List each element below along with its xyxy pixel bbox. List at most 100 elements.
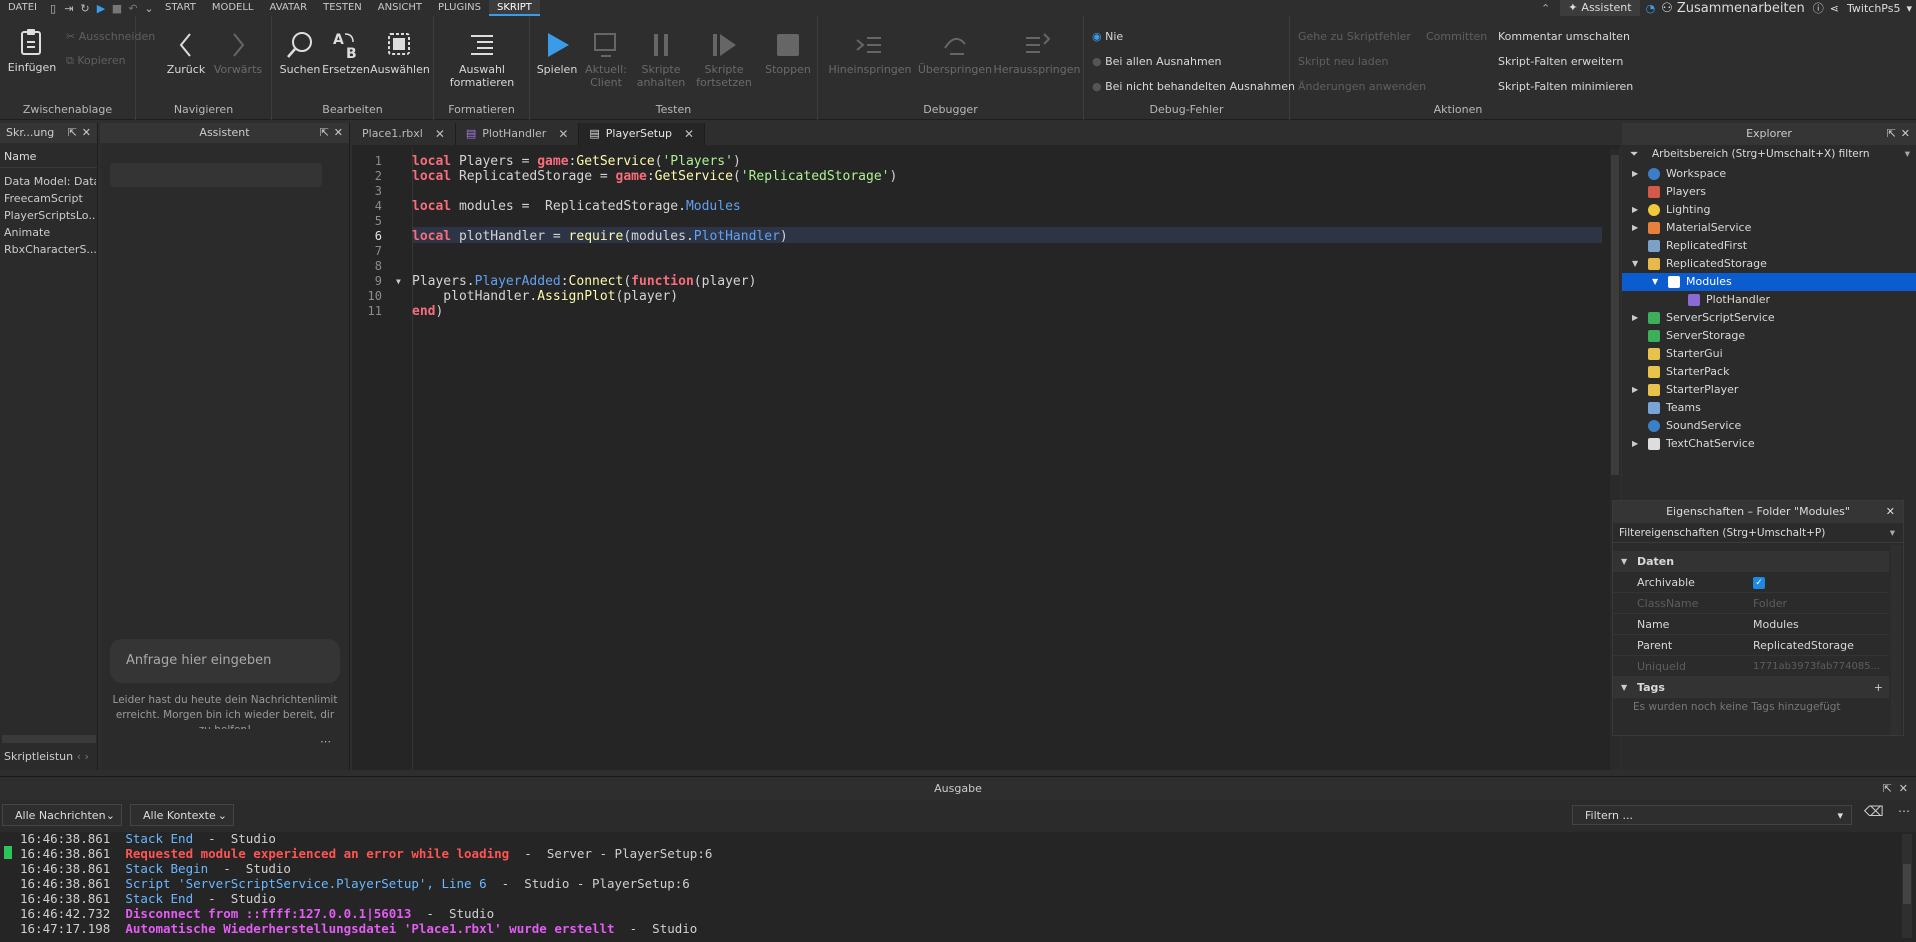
explorer-filter[interactable]: ⏷ Arbeitsbereich (Strg+Umschalt+X) filte…	[1622, 145, 1916, 163]
play-button[interactable]: Spielen	[534, 30, 580, 76]
undock-icon[interactable]: ⇱	[1883, 777, 1892, 801]
close-icon[interactable]: ✕	[684, 123, 694, 145]
undock-icon[interactable]: ⇱	[1887, 123, 1896, 145]
section-data[interactable]: ▼ Daten	[1613, 551, 1889, 572]
tree-item-teams[interactable]: Teams	[1622, 399, 1916, 417]
close-icon[interactable]: ✕	[1899, 777, 1908, 801]
undock-icon[interactable]: ⇱	[320, 123, 329, 143]
notification-icon[interactable]: ◔	[1646, 2, 1656, 15]
paste-button[interactable]: Einfügen	[8, 28, 56, 74]
output-filter-input[interactable]: Filtern ... ▾	[1572, 805, 1852, 825]
list-item[interactable]: Data Model: Data M	[4, 173, 96, 190]
tab-script[interactable]: SKRIPT	[488, 0, 540, 16]
tree-item-workspace[interactable]: ▶ Workspace	[1622, 165, 1916, 183]
tree-item-textchatservice[interactable]: ▶ TextChatService	[1622, 435, 1916, 453]
client-button[interactable]: Aktuell: Client	[584, 30, 628, 89]
tree-item-replicatedfirst[interactable]: ReplicatedFirst	[1622, 237, 1916, 255]
prop-row[interactable]: Archivable ✓	[1613, 572, 1889, 593]
help-icon[interactable]: ⓘ	[1813, 0, 1824, 16]
expand-folds-button[interactable]: Skript-Falten erweitern	[1498, 55, 1623, 68]
messages-filter-dropdown[interactable]: Alle Nachrichten ⌄	[2, 804, 122, 826]
close-icon[interactable]: ✕	[334, 123, 343, 143]
close-icon[interactable]: ✕	[1901, 123, 1910, 145]
stop-button[interactable]: Stoppen	[762, 30, 814, 76]
vertical-scrollbar[interactable]	[1891, 545, 1901, 735]
tab-start[interactable]: START	[157, 0, 204, 16]
radio-never[interactable]: ◉ Nie	[1092, 30, 1123, 43]
format-selection-button[interactable]: Auswahl formatieren	[442, 30, 522, 89]
new-file-icon[interactable]: ▯	[45, 0, 61, 16]
user-name[interactable]: TwitchPs5	[1847, 2, 1900, 15]
tree-item-serverscriptservice[interactable]: ▶ ServerScriptService	[1622, 309, 1916, 327]
add-tag-icon[interactable]: +	[1874, 677, 1883, 698]
tree-item-startergui[interactable]: StarterGui	[1622, 345, 1916, 363]
step-in-button[interactable]: Hineinspringen	[828, 30, 912, 76]
collaborate-button[interactable]: ⚇ Zusammenarbeiten	[1661, 1, 1805, 16]
list-item[interactable]: PlayerScriptsLo...	[4, 207, 96, 224]
tab-place1[interactable]: Place1.rbxl ✕	[352, 123, 456, 145]
prop-row[interactable]: Parent ReplicatedStorage	[1613, 635, 1889, 656]
scroll-thumb[interactable]	[1903, 864, 1911, 904]
vertical-scrollbar[interactable]	[1902, 834, 1912, 938]
radio-all-exceptions[interactable]: ● Bei allen Ausnahmen	[1092, 55, 1221, 68]
clear-output-icon[interactable]: ⌫	[1864, 804, 1884, 820]
list-item[interactable]: RbxCharacterS...	[4, 241, 96, 258]
redo-icon[interactable]: ↻	[77, 0, 93, 16]
undock-icon[interactable]: ⇱	[68, 123, 77, 143]
back-button[interactable]: Zurück	[166, 30, 206, 76]
stop-quick-icon[interactable]: ■	[109, 0, 125, 16]
tree-item-starterpack[interactable]: StarterPack	[1622, 363, 1916, 381]
tab-plothandler[interactable]: ▤ PlotHandler ✕	[456, 123, 580, 145]
collapse-folds-button[interactable]: Skript-Falten minimieren	[1498, 80, 1633, 93]
forward-button[interactable]: Vorwärts	[214, 30, 262, 76]
chevron-down-icon[interactable]: ⌄	[141, 0, 157, 16]
list-item[interactable]: Animate	[4, 224, 96, 241]
checkbox-icon[interactable]: ✓	[1753, 577, 1765, 589]
toggle-comment-button[interactable]: Kommentar umschalten	[1498, 30, 1630, 43]
tab-plugins[interactable]: PLUGINS	[430, 0, 489, 16]
tab-test[interactable]: TESTEN	[315, 0, 370, 16]
tree-item-serverstorage[interactable]: ServerStorage	[1622, 327, 1916, 345]
chevron-down-icon[interactable]: ▾	[1906, 2, 1912, 15]
tree-item-players[interactable]: Players	[1622, 183, 1916, 201]
tree-item-starterplayer[interactable]: ▶ StarterPlayer	[1622, 381, 1916, 399]
tree-item-replicatedstorage[interactable]: ▼ ReplicatedStorage	[1622, 255, 1916, 273]
goto-error-button[interactable]: Gehe zu Skriptfehler	[1298, 30, 1411, 43]
code-area[interactable]: local Players = game:GetService('Players…	[412, 149, 1612, 770]
horizontal-scrollbar[interactable]	[2, 735, 96, 743]
list-item[interactable]: FreecamScript	[4, 190, 96, 207]
close-icon[interactable]: ✕	[1886, 501, 1895, 523]
footer-tab[interactable]: Skriptleistun ‹ ›	[4, 750, 98, 763]
find-button[interactable]: Suchen	[278, 30, 322, 76]
tree-item-modules[interactable]: ▼ Modules	[1622, 273, 1916, 291]
tab-playersetup[interactable]: ▤ PlayerSetup ✕	[579, 123, 706, 145]
more-icon[interactable]: ⋯	[320, 735, 331, 748]
play-quick-icon[interactable]: ▶	[93, 0, 109, 16]
undo-icon[interactable]: ↶	[125, 0, 141, 16]
step-out-button[interactable]: Herausspringen	[994, 30, 1081, 76]
close-icon[interactable]: ✕	[435, 123, 445, 145]
prop-row[interactable]: Name Modules	[1613, 614, 1889, 635]
close-icon[interactable]: ✕	[82, 123, 91, 143]
properties-filter[interactable]: Filtereigenschaften (Strg+Umschalt+P) ▾	[1613, 523, 1903, 543]
close-icon[interactable]: ✕	[558, 123, 568, 145]
scroll-thumb[interactable]	[1611, 155, 1619, 475]
contexts-filter-dropdown[interactable]: Alle Kontexte ⌄	[130, 804, 234, 826]
tab-model[interactable]: MODELL	[204, 0, 262, 16]
import-icon[interactable]: ⇥	[61, 0, 77, 16]
copy-button[interactable]: ⧉ Kopieren	[66, 54, 126, 68]
chat-input[interactable]: Anfrage hier eingeben	[110, 639, 340, 683]
commit-button[interactable]: Committen	[1426, 30, 1487, 43]
menu-file[interactable]: DATEI	[0, 0, 45, 16]
tab-avatar[interactable]: AVATAR	[262, 0, 316, 16]
fold-arrow-icon[interactable]: ▼	[396, 277, 401, 286]
share-icon[interactable]: ⋖	[1830, 2, 1839, 15]
tree-item-lighting[interactable]: ▶ Lighting	[1622, 201, 1916, 219]
reload-script-button[interactable]: Skript neu laden	[1298, 55, 1388, 68]
tree-item-soundservice[interactable]: SoundService	[1622, 417, 1916, 435]
tree-item-materialservice[interactable]: ▶ MaterialService	[1622, 219, 1916, 237]
radio-unhandled-exceptions[interactable]: ● Bei nicht behandelten Ausnahmen	[1092, 80, 1295, 93]
apply-changes-button[interactable]: Änderungen anwenden	[1298, 80, 1426, 93]
more-icon[interactable]: ⋯	[1898, 804, 1910, 818]
pause-scripts-button[interactable]: Skripte anhalten	[636, 30, 686, 89]
